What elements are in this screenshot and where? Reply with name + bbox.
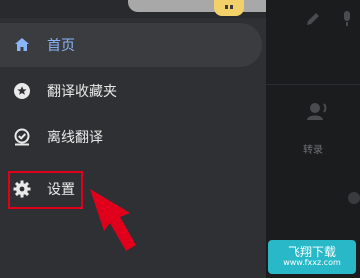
pen-icon[interactable] xyxy=(304,10,322,32)
offline-check-icon xyxy=(13,128,31,146)
home-icon xyxy=(13,36,31,54)
star-badge-icon xyxy=(13,82,31,100)
avatar[interactable] xyxy=(214,0,244,16)
voice-label: 转录 xyxy=(303,145,323,156)
menu-item-home[interactable]: 首页 xyxy=(0,23,262,67)
menu-item-offline[interactable]: 离线翻译 xyxy=(0,115,266,159)
voice-transcribe-icon[interactable] xyxy=(306,100,330,126)
main-content-dimmed: 转录 xyxy=(266,0,360,278)
microphone-icon[interactable] xyxy=(340,10,354,32)
highlight-box xyxy=(8,171,83,209)
menu-item-label: 首页 xyxy=(47,38,75,54)
divider xyxy=(266,84,360,85)
header-banner xyxy=(128,0,266,12)
menu-item-label: 翻译收藏夹 xyxy=(47,84,117,100)
watermark-logo: 飞翔下载 www.fxxz.com xyxy=(268,240,356,274)
star-badge-icon xyxy=(347,190,360,209)
red-arrow-annotation xyxy=(90,189,136,251)
watermark-sub: www.fxxz.com xyxy=(283,258,341,268)
menu-item-label: 离线翻译 xyxy=(47,130,103,146)
menu-item-favorites[interactable]: 翻译收藏夹 xyxy=(0,69,266,113)
